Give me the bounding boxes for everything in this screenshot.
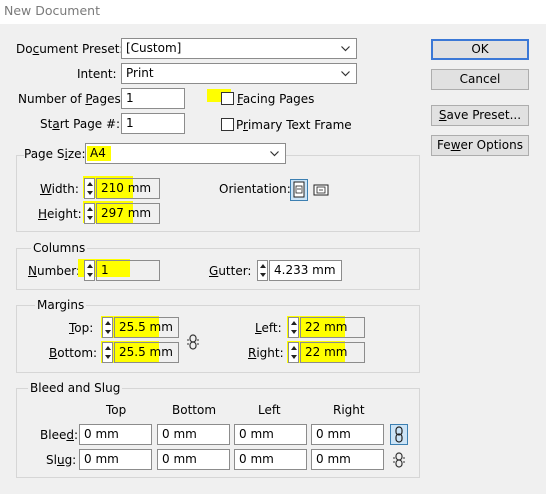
margin-right-label: Right: [248, 346, 284, 360]
landscape-icon [313, 184, 329, 196]
chain-link-icon [187, 334, 199, 350]
margin-left-input[interactable]: 22 mm [300, 317, 365, 338]
height-spinner[interactable] [84, 203, 95, 224]
portrait-icon [293, 181, 305, 198]
margin-top-spinner[interactable] [102, 317, 113, 338]
ok-button[interactable]: OK [431, 39, 529, 60]
gutter-input[interactable]: 4.233 mm [269, 260, 342, 281]
height-input[interactable]: 297 mm [96, 203, 160, 224]
start-page-label: Start Page #: [40, 117, 121, 131]
margin-left-spinner[interactable] [288, 317, 299, 338]
spinner-arrows-icon [87, 207, 93, 220]
spinner-arrows-icon [105, 346, 111, 359]
margin-right-input[interactable]: 22 mm [300, 342, 365, 363]
number-of-pages-label: Number of Pages: [18, 92, 125, 106]
chevron-down-icon [341, 71, 350, 77]
bleed-bottom-input[interactable]: 0 mm [157, 424, 230, 445]
bleed-link-button[interactable] [390, 424, 408, 445]
width-label: Width: [40, 182, 79, 196]
portrait-orientation-button[interactable] [290, 179, 308, 201]
spinner-arrows-icon [291, 321, 297, 334]
margin-bottom-spinner[interactable] [102, 342, 113, 363]
width-input[interactable]: 210 mm [96, 178, 160, 199]
bleed-left-input[interactable]: 0 mm [234, 424, 307, 445]
facing-pages-label: Facing Pages [237, 92, 315, 106]
cancel-button[interactable]: Cancel [431, 69, 529, 90]
chain-link-icon [393, 452, 405, 468]
spinner-arrows-icon [260, 264, 266, 277]
fewer-options-button[interactable]: Fewer Options [431, 135, 529, 156]
orientation-label: Orientation: [219, 182, 291, 196]
gutter-spinner[interactable] [257, 260, 268, 281]
primary-text-frame-label: Primary Text Frame [236, 118, 352, 132]
bleed-col-right: Right [333, 403, 365, 417]
page-size-label: Page Size: [24, 145, 89, 163]
columns-number-input[interactable]: 1 [96, 260, 160, 281]
save-preset-button[interactable]: Save Preset... [431, 105, 529, 126]
chevron-down-icon [270, 151, 279, 157]
margin-left-label: Left: [255, 321, 282, 335]
gutter-label: Gutter: [209, 264, 252, 278]
margin-bottom-input[interactable]: 25.5 mm [114, 342, 179, 363]
spinner-arrows-icon [291, 346, 297, 359]
width-spinner[interactable] [84, 178, 95, 199]
height-label: Height: [38, 207, 82, 221]
margin-right-spinner[interactable] [288, 342, 299, 363]
margins-chain-link-button[interactable] [186, 334, 200, 350]
spinner-arrows-icon [87, 264, 93, 277]
columns-number-label: Number: [28, 264, 81, 278]
spinner-arrows-icon [87, 182, 93, 195]
margin-bottom-label: Bottom: [49, 346, 98, 360]
primary-text-frame-checkbox[interactable] [221, 118, 234, 131]
bleed-col-left: Left [258, 403, 281, 417]
slug-right-input[interactable]: 0 mm [311, 449, 384, 470]
document-preset-label: Document Preset: [16, 42, 124, 56]
bleed-label: Bleed: [40, 428, 79, 442]
bleed-col-bottom: Bottom [172, 403, 217, 417]
margin-top-label: Top: [69, 321, 94, 335]
margin-top-input[interactable]: 25.5 mm [114, 317, 179, 338]
columns-number-spinner[interactable] [84, 260, 95, 281]
slug-link-button[interactable] [392, 452, 406, 468]
columns-legend: Columns [31, 240, 88, 256]
window-title: New Document [4, 3, 100, 18]
slug-top-input[interactable]: 0 mm [79, 449, 152, 470]
intent-label: Intent: [77, 67, 117, 81]
bleed-right-input[interactable]: 0 mm [311, 424, 384, 445]
start-page-input[interactable]: 1 [121, 113, 185, 134]
facing-pages-checkbox[interactable] [221, 92, 234, 105]
number-of-pages-input[interactable]: 1 [121, 88, 185, 109]
intent-value: Print [126, 66, 154, 80]
document-preset-select[interactable]: [Custom] [121, 38, 357, 59]
slug-label: Slug: [46, 453, 77, 467]
spinner-arrows-icon [105, 321, 111, 334]
bleed-col-top: Top [106, 403, 127, 417]
page-size-select[interactable]: A4 [85, 143, 286, 164]
slug-bottom-input[interactable]: 0 mm [157, 449, 230, 470]
margins-legend: Margins [35, 297, 87, 313]
document-preset-value: [Custom] [126, 41, 182, 55]
title-bar: New Document [0, 0, 546, 24]
chain-link-icon [395, 426, 403, 443]
landscape-orientation-button[interactable] [312, 180, 330, 200]
intent-select[interactable]: Print [121, 63, 357, 84]
slug-left-input[interactable]: 0 mm [234, 449, 307, 470]
page-size-value: A4 [90, 146, 106, 160]
bleed-top-input[interactable]: 0 mm [79, 424, 152, 445]
chevron-down-icon [341, 46, 350, 52]
bleed-slug-legend: Bleed and Slug [28, 380, 123, 396]
